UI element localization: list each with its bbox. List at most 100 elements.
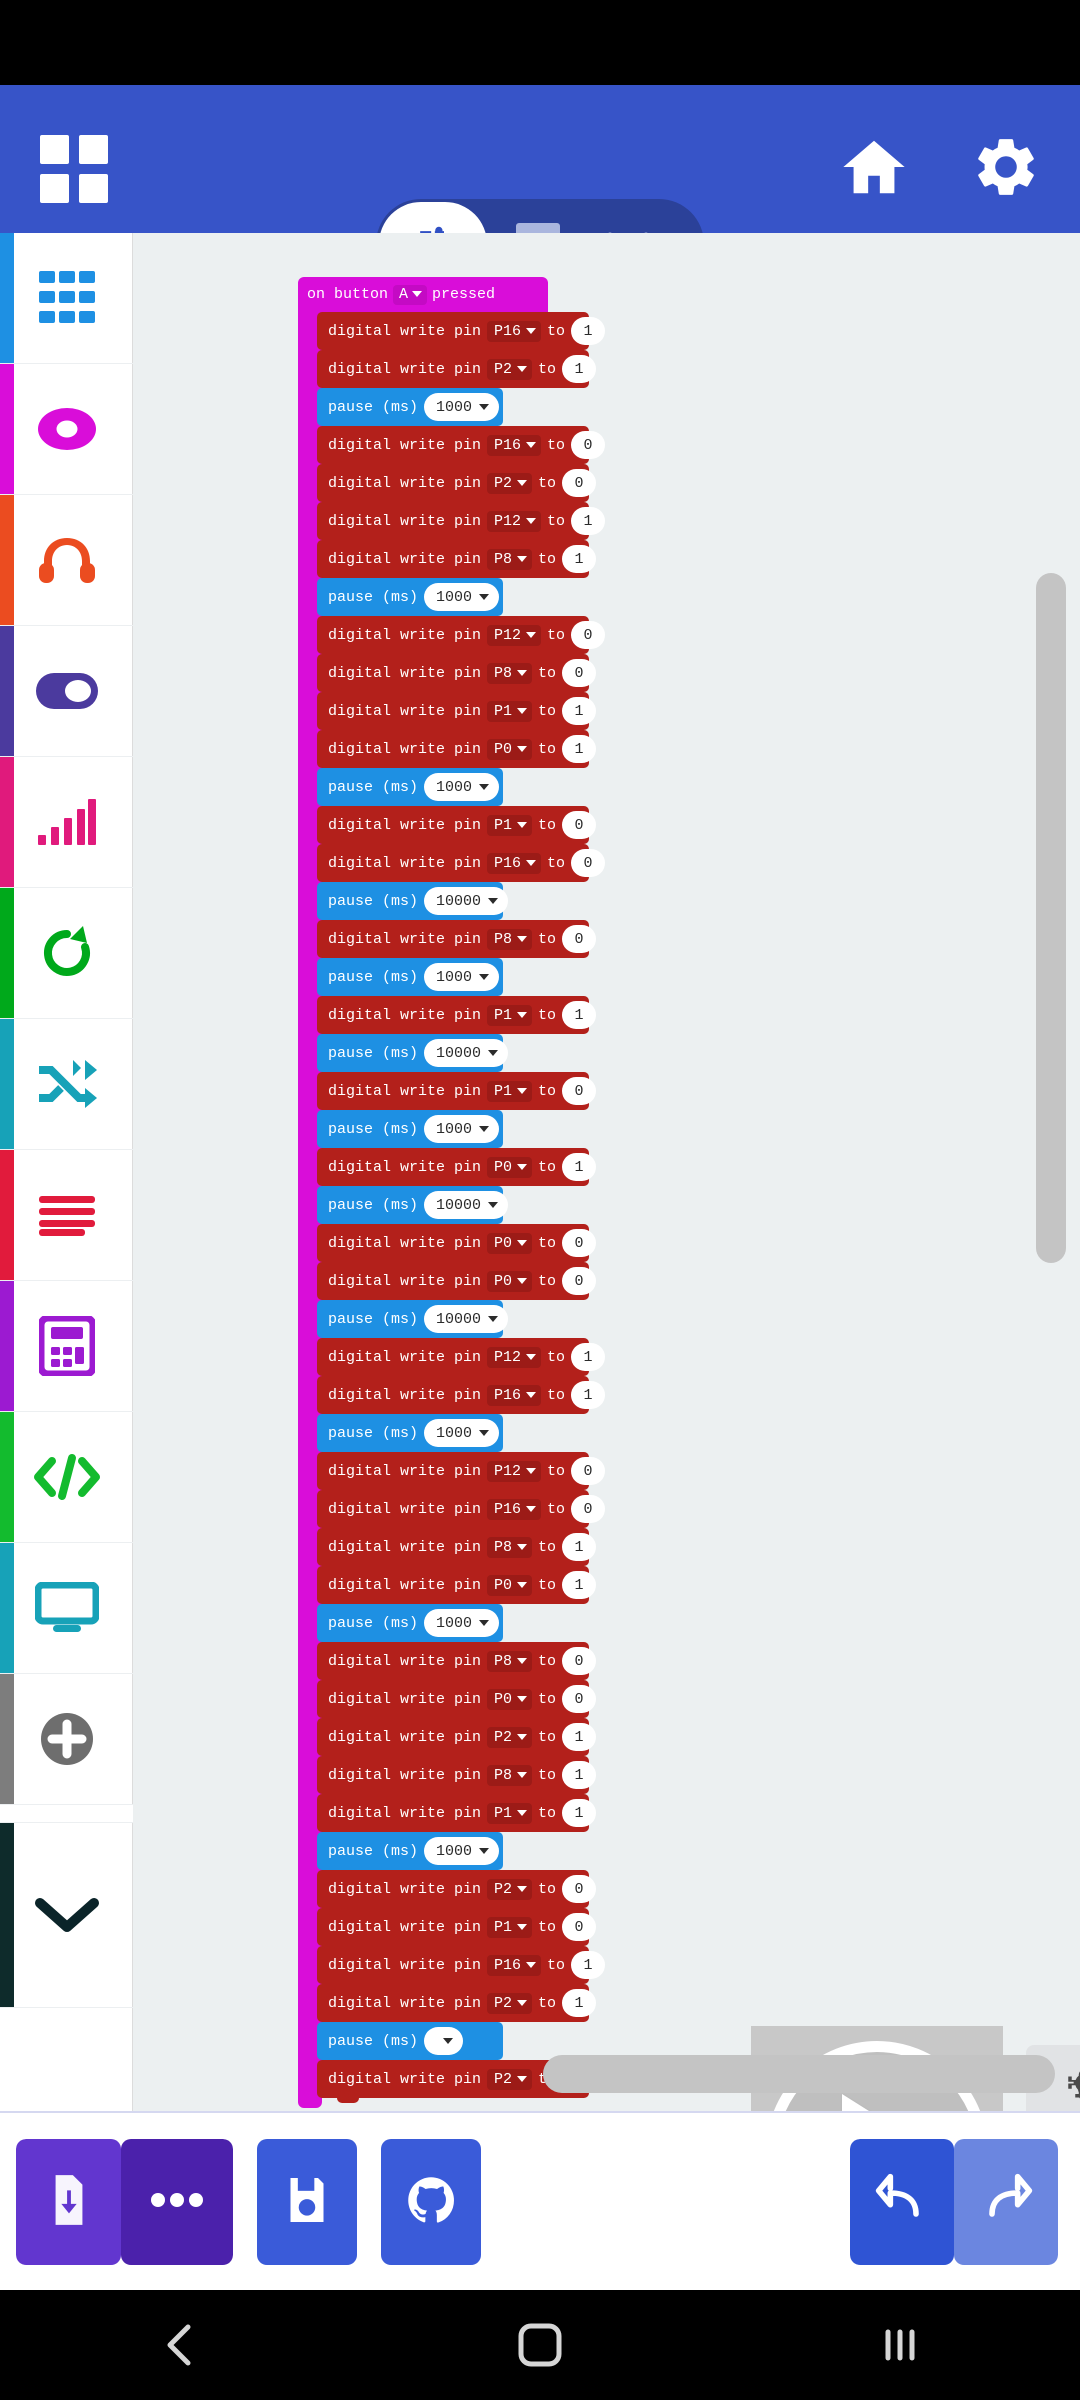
pin-dropdown[interactable]: P8 [487, 548, 533, 570]
pin-dropdown[interactable]: P8 [487, 928, 533, 950]
pin-dropdown[interactable]: P16 [487, 1498, 542, 1520]
digital-write-block[interactable]: digital write pin P12 to 1 [317, 1338, 606, 1381]
digital-write-block[interactable]: digital write pin P0 to 1 [317, 1148, 597, 1191]
pin-dropdown[interactable]: P16 [487, 1384, 542, 1406]
digital-write-value[interactable]: 1 [562, 1533, 597, 1561]
digital-write-block[interactable]: digital write pin P0 to 1 [317, 1566, 597, 1609]
pin-dropdown[interactable]: P0 [487, 1156, 533, 1178]
digital-write-value[interactable]: 0 [571, 621, 606, 649]
digital-write-block[interactable]: digital write pin P8 to 1 [317, 1756, 597, 1799]
pin-dropdown[interactable]: P2 [487, 472, 533, 494]
digital-write-value[interactable]: 0 [562, 1913, 597, 1941]
pause-duration-dropdown[interactable]: 1000 [424, 1837, 500, 1865]
pause-duration-dropdown[interactable]: 1000 [424, 963, 500, 991]
horizontal-scrollbar[interactable] [543, 2055, 1055, 2093]
pause-block[interactable]: pause (ms) 10000 [317, 882, 509, 925]
pause-block[interactable]: pause (ms) 1000 [317, 768, 503, 811]
vertical-scrollbar[interactable] [1036, 573, 1066, 1263]
digital-write-value[interactable]: 1 [562, 697, 597, 725]
digital-write-value[interactable]: 1 [571, 1381, 606, 1409]
digital-write-value[interactable]: 1 [562, 1153, 597, 1181]
pin-dropdown[interactable]: P2 [487, 2068, 533, 2090]
github-button[interactable] [381, 2139, 481, 2265]
digital-write-block[interactable]: digital write pin P16 to 1 [317, 1946, 606, 1989]
home-icon[interactable] [836, 129, 912, 205]
pin-dropdown[interactable]: P16 [487, 320, 542, 342]
digital-write-value[interactable]: 1 [571, 1343, 606, 1371]
pin-dropdown[interactable]: P1 [487, 700, 533, 722]
digital-write-value[interactable]: 0 [571, 849, 606, 877]
gear-icon[interactable] [968, 129, 1044, 205]
event-block-hat[interactable]: on button A pressed [298, 277, 548, 312]
digital-write-block[interactable]: digital write pin P16 to 0 [317, 426, 606, 469]
pause-block[interactable]: pause (ms) 10000 [317, 1300, 509, 1343]
pin-dropdown[interactable]: P1 [487, 1080, 533, 1102]
pin-dropdown[interactable]: P0 [487, 1232, 533, 1254]
pause-duration-dropdown[interactable]: 1000 [424, 773, 500, 801]
home-square-icon[interactable] [500, 2305, 580, 2385]
save-button[interactable] [257, 2139, 357, 2265]
digital-write-block[interactable]: digital write pin P12 to 0 [317, 1452, 606, 1495]
pause-block[interactable]: pause (ms) [317, 2022, 503, 2065]
digital-write-value[interactable]: 1 [571, 1951, 606, 1979]
palette-item-advanced[interactable] [0, 1412, 133, 1543]
digital-write-value[interactable]: 0 [571, 1457, 606, 1485]
digital-write-block[interactable]: digital write pin P2 to 1 [317, 350, 597, 393]
pin-dropdown[interactable]: P8 [487, 662, 533, 684]
digital-write-value[interactable]: 1 [562, 735, 597, 763]
digital-write-value[interactable]: 1 [562, 545, 597, 573]
pause-duration-dropdown[interactable]: 1000 [424, 1609, 500, 1637]
pin-dropdown[interactable]: P16 [487, 434, 542, 456]
digital-write-value[interactable]: 1 [562, 1989, 597, 2017]
pause-block[interactable]: pause (ms) 1000 [317, 1832, 503, 1875]
digital-write-value[interactable]: 1 [562, 355, 597, 383]
palette-item-logic[interactable] [0, 1019, 133, 1150]
digital-write-value[interactable]: 1 [562, 1723, 597, 1751]
palette-item-basic[interactable] [0, 233, 133, 364]
pin-dropdown[interactable]: P12 [487, 1460, 542, 1482]
digital-write-value[interactable]: 0 [562, 1647, 597, 1675]
pin-dropdown[interactable]: P2 [487, 358, 533, 380]
pin-dropdown[interactable]: P12 [487, 510, 542, 532]
pin-dropdown[interactable]: P12 [487, 624, 542, 646]
pin-dropdown[interactable]: P8 [487, 1536, 533, 1558]
digital-write-block[interactable]: digital write pin P2 to 0 [317, 1870, 597, 1913]
pin-dropdown[interactable]: P16 [487, 852, 542, 874]
digital-write-block[interactable]: digital write pin P2 to 1 [317, 1984, 597, 2027]
digital-write-value[interactable]: 0 [562, 1077, 597, 1105]
palette-item-extensions[interactable] [0, 1674, 133, 1805]
grid-menu-icon[interactable] [40, 135, 108, 203]
pin-dropdown[interactable]: P0 [487, 1270, 533, 1292]
digital-write-block[interactable]: digital write pin P16 to 1 [317, 312, 606, 355]
pause-duration-dropdown[interactable] [424, 2027, 464, 2055]
digital-write-value[interactable]: 1 [562, 1001, 597, 1029]
digital-write-block[interactable]: digital write pin P2 to 0 [317, 464, 597, 507]
digital-write-block[interactable]: digital write pin P0 to 0 [317, 1224, 597, 1267]
digital-write-block[interactable]: digital write pin P0 to 0 [317, 1262, 597, 1305]
digital-write-block[interactable]: digital write pin P8 to 1 [317, 540, 597, 583]
pin-dropdown[interactable]: P1 [487, 1802, 533, 1824]
palette-item-music[interactable] [0, 495, 133, 626]
digital-write-block[interactable]: digital write pin P1 to 1 [317, 692, 597, 735]
pin-dropdown[interactable]: P16 [487, 1954, 542, 1976]
pause-block[interactable]: pause (ms) 10000 [317, 1186, 509, 1229]
palette-item-led[interactable] [0, 364, 133, 495]
palette-item-input[interactable] [0, 626, 133, 757]
pin-dropdown[interactable]: P2 [487, 1992, 533, 2014]
palette-item-collapse[interactable] [0, 1823, 133, 2008]
digital-write-block[interactable]: digital write pin P8 to 1 [317, 1528, 597, 1571]
pin-dropdown[interactable]: P8 [487, 1650, 533, 1672]
palette-item-math[interactable] [0, 1281, 133, 1412]
undo-button[interactable] [850, 2139, 954, 2265]
digital-write-value[interactable]: 0 [562, 469, 597, 497]
pause-duration-dropdown[interactable]: 10000 [424, 1191, 509, 1219]
pause-duration-dropdown[interactable]: 10000 [424, 1305, 509, 1333]
digital-write-value[interactable]: 0 [562, 1875, 597, 1903]
pin-dropdown[interactable]: P0 [487, 738, 533, 760]
palette-item-loops[interactable] [0, 888, 133, 1019]
digital-write-value[interactable]: 0 [571, 1495, 606, 1523]
pin-dropdown[interactable]: P2 [487, 1726, 533, 1748]
pin-dropdown[interactable]: P1 [487, 1916, 533, 1938]
digital-write-value[interactable]: 0 [562, 925, 597, 953]
digital-write-block[interactable]: digital write pin P2 to 1 [317, 1718, 597, 1761]
